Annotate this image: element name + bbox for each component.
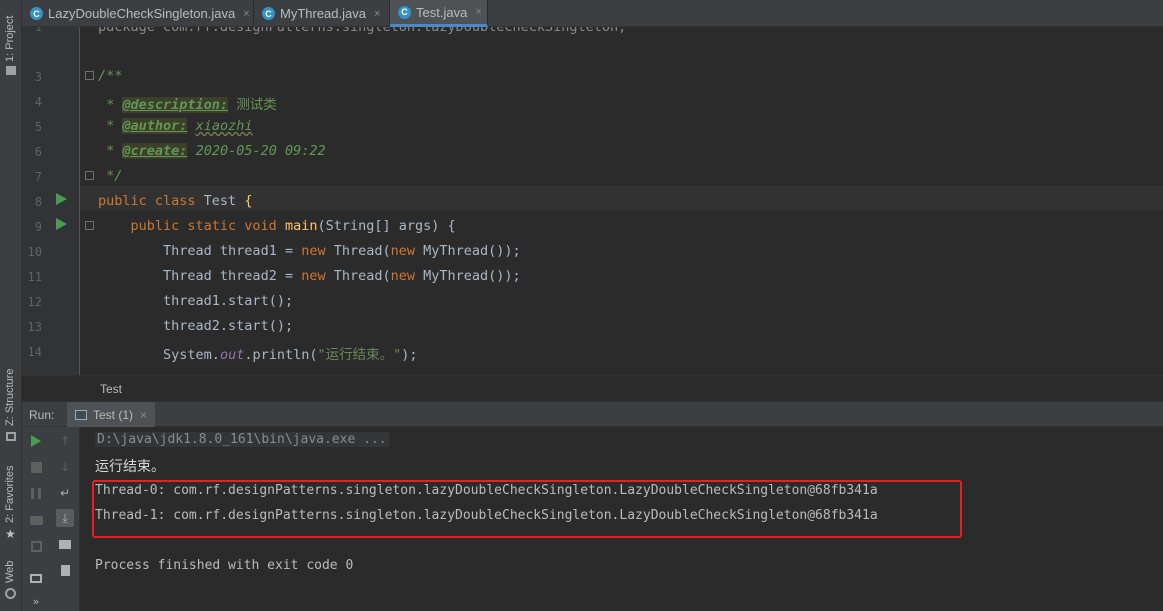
layout-icon xyxy=(30,573,42,583)
code-line-doc-close: */ xyxy=(106,168,123,184)
arrow-down-icon: ↓ xyxy=(59,460,71,474)
pause-button[interactable] xyxy=(27,484,45,502)
run-toolbar-primary: » xyxy=(22,427,50,611)
tab-label: MyThread.java xyxy=(280,6,366,21)
pause-icon xyxy=(31,487,41,499)
code-line-doc-open: /** xyxy=(98,68,123,84)
fold-icon[interactable] xyxy=(85,221,94,230)
tab-label: Test.java xyxy=(416,4,468,20)
project-tool-label: 1: Project xyxy=(4,15,16,62)
close-icon[interactable]: × xyxy=(475,6,481,18)
editor-tab-bar: C LazyDoubleCheckSingleton.java × C MyTh… xyxy=(22,0,1163,27)
line-number: 3 xyxy=(34,70,42,84)
soft-wrap-button[interactable]: ↵ xyxy=(56,484,74,502)
line-number: 11 xyxy=(27,270,42,284)
stop-button[interactable] xyxy=(27,458,45,476)
line-number: 1 xyxy=(34,27,42,34)
tab-test[interactable]: C Test.java × xyxy=(390,0,488,27)
annotation-highlight-box xyxy=(92,480,962,538)
run-console[interactable]: D:\java\jdk1.8.0_161\bin\java.exe ... 运行… xyxy=(80,427,1163,611)
exit-icon xyxy=(30,540,42,552)
run-method-icon[interactable] xyxy=(56,218,67,230)
run-label: Run: xyxy=(29,408,55,422)
favorites-tool-tab[interactable]: 2: Favorites ★ xyxy=(0,455,22,545)
run-tab-label: Test (1) xyxy=(93,407,134,422)
line-number: 4 xyxy=(34,95,42,109)
line-number: 14 xyxy=(27,345,42,359)
more-button[interactable]: » xyxy=(27,592,45,610)
code-line-start2: thread2.start(); xyxy=(163,318,294,334)
class-icon: C xyxy=(262,7,275,20)
web-tool-label: Web xyxy=(4,560,16,583)
scroll-up-button[interactable]: ↑ xyxy=(56,432,74,450)
code-editor[interactable]: 1 3 4 5 6 7 8 9 10 11 12 13 14 package c… xyxy=(22,27,1163,375)
structure-icon xyxy=(6,432,16,441)
class-icon: C xyxy=(30,7,43,20)
close-icon[interactable]: × xyxy=(374,8,380,20)
code-line-author: * @author: xiaozhi xyxy=(106,118,253,134)
console-exit-line: Process finished with exit code 0 xyxy=(95,558,354,573)
project-tool-tab[interactable]: 1: Project xyxy=(0,0,22,80)
code-line-description: * @description: 测试类 xyxy=(106,97,277,113)
left-tool-strip: 1: Project Z: Structure 2: Favorites ★ W… xyxy=(0,0,22,611)
line-number: 12 xyxy=(27,295,42,309)
line-number: 8 xyxy=(34,195,42,209)
run-class-icon[interactable] xyxy=(56,193,67,205)
scroll-to-end-button[interactable]: ⤓ xyxy=(56,509,74,527)
code-line-create: * @create: 2020-05-20 09:22 xyxy=(106,143,326,159)
console-command-line[interactable]: D:\java\jdk1.8.0_161\bin\java.exe ... xyxy=(95,432,389,447)
star-icon: ★ xyxy=(5,527,16,541)
stop-icon xyxy=(30,461,42,473)
fold-icon[interactable] xyxy=(85,71,94,80)
globe-icon xyxy=(5,588,16,599)
line-number: 6 xyxy=(34,145,42,159)
print-button[interactable] xyxy=(56,535,74,553)
trash-icon xyxy=(60,564,70,576)
code-line-package: package com.rf.designPatterns.singleton.… xyxy=(98,27,627,35)
breadcrumb-item-test[interactable]: Test xyxy=(100,382,122,396)
print-icon xyxy=(59,539,71,549)
rerun-button[interactable] xyxy=(27,432,45,450)
chevron-double-right-icon: » xyxy=(32,594,40,608)
fold-icon[interactable] xyxy=(85,171,94,180)
clear-button[interactable] xyxy=(56,561,74,579)
code-line-main-decl: public static void main(String[] args) { xyxy=(130,218,456,234)
line-number: 10 xyxy=(27,245,42,259)
structure-tool-label: Z: Structure xyxy=(4,368,16,426)
code-line-thread2: Thread thread2 = new Thread(new MyThread… xyxy=(163,268,521,284)
close-icon[interactable]: × xyxy=(140,408,147,422)
line-number: 5 xyxy=(34,120,42,134)
camera-button[interactable] xyxy=(27,511,45,529)
run-tool-header: Run: Test (1) × xyxy=(22,401,1163,427)
line-number: 7 xyxy=(34,170,42,184)
tab-label: LazyDoubleCheckSingleton.java xyxy=(48,6,236,21)
tab-lazydoublechecksingleton[interactable]: C LazyDoubleCheckSingleton.java × xyxy=(22,0,254,27)
web-tool-tab[interactable]: Web xyxy=(0,555,22,611)
close-icon[interactable]: × xyxy=(243,8,249,20)
console-icon xyxy=(75,409,87,420)
scroll-down-button[interactable]: ↓ xyxy=(56,458,74,476)
code-line-println: System.out.println("运行结束。"); xyxy=(163,347,418,363)
tab-run-test[interactable]: Test (1) × xyxy=(67,402,156,427)
code-line-class-decl: public class Test { xyxy=(98,193,253,209)
breadcrumb: Test xyxy=(22,375,1163,401)
arrow-up-icon: ↑ xyxy=(59,434,71,448)
line-number: 13 xyxy=(27,320,42,334)
code-line-start1: thread1.start(); xyxy=(163,293,294,309)
favorites-tool-label: 2: Favorites xyxy=(4,465,16,523)
class-icon: C xyxy=(398,5,411,19)
wrap-icon: ↵ xyxy=(59,486,71,500)
tab-mythread[interactable]: C MyThread.java × xyxy=(254,0,390,27)
console-output-line: 运行结束。 xyxy=(95,459,165,475)
scroll-end-icon: ⤓ xyxy=(62,510,68,525)
play-icon xyxy=(31,435,41,447)
exit-button[interactable] xyxy=(27,537,45,555)
folder-icon xyxy=(6,66,16,75)
run-toolbar-secondary: ↑ ↓ ↵ ⤓ xyxy=(50,427,80,611)
line-number: 9 xyxy=(34,220,42,234)
structure-tool-tab[interactable]: Z: Structure xyxy=(0,360,22,445)
code-line-thread1: Thread thread1 = new Thread(new MyThread… xyxy=(163,243,521,259)
camera-icon xyxy=(29,515,43,525)
layout-button[interactable] xyxy=(27,569,45,587)
